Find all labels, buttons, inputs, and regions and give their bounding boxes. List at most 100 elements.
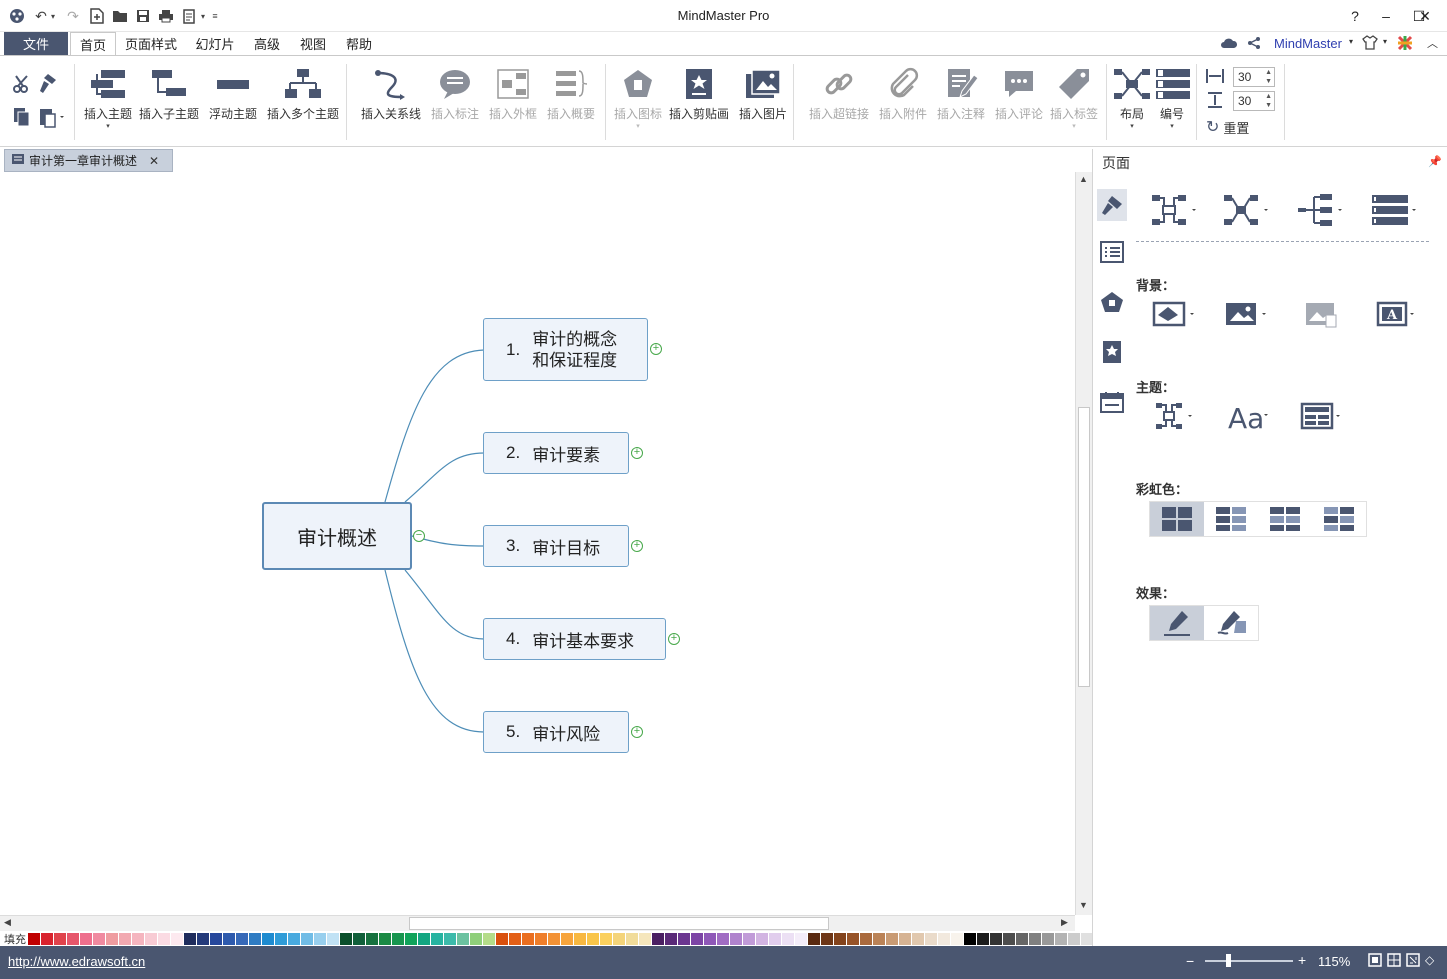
collapse-icon[interactable]: − bbox=[413, 530, 425, 542]
insert-callout-button[interactable]: 插入标注 bbox=[431, 66, 479, 122]
remove-background-option[interactable] bbox=[1295, 297, 1345, 331]
color-swatch[interactable] bbox=[444, 932, 456, 945]
share-icon[interactable] bbox=[1247, 36, 1261, 53]
rainbow-option-3[interactable] bbox=[1258, 502, 1312, 536]
topic-3[interactable]: 3. 审计目标 bbox=[483, 525, 629, 567]
watermark-option[interactable]: A bbox=[1369, 297, 1419, 331]
color-swatches[interactable] bbox=[28, 932, 1120, 945]
color-swatch[interactable] bbox=[158, 932, 170, 945]
color-swatch[interactable] bbox=[392, 932, 404, 945]
color-swatch[interactable] bbox=[223, 932, 235, 945]
expand-icon[interactable]: + bbox=[650, 343, 662, 355]
layout-list-option[interactable] bbox=[1369, 193, 1419, 227]
color-swatch[interactable] bbox=[548, 932, 560, 945]
topic-5[interactable]: 5. 审计风险 bbox=[483, 711, 629, 753]
tab-slides[interactable]: 幻灯片 bbox=[190, 32, 240, 55]
color-swatch[interactable] bbox=[119, 932, 131, 945]
color-swatch[interactable] bbox=[769, 932, 781, 945]
color-swatch[interactable] bbox=[470, 932, 482, 945]
color-swatch[interactable] bbox=[665, 932, 677, 945]
color-swatch[interactable] bbox=[522, 932, 534, 945]
color-swatch[interactable] bbox=[613, 932, 625, 945]
expand-icon[interactable]: + bbox=[631, 447, 643, 459]
color-swatch[interactable] bbox=[938, 932, 950, 945]
insert-icon-button[interactable]: 插入图标 ▾ bbox=[614, 66, 662, 130]
zoom-out-icon[interactable]: − bbox=[1186, 953, 1194, 969]
color-swatch[interactable] bbox=[366, 932, 378, 945]
color-swatch[interactable] bbox=[639, 932, 651, 945]
rainbow-option-1[interactable] bbox=[1150, 502, 1204, 536]
color-swatch[interactable] bbox=[587, 932, 599, 945]
effect-hand-drawn-option[interactable] bbox=[1204, 606, 1258, 640]
color-swatch[interactable] bbox=[1016, 932, 1028, 945]
insert-hyperlink-button[interactable]: 插入超链接 bbox=[809, 66, 869, 122]
color-swatch[interactable] bbox=[132, 932, 144, 945]
close-tab-icon[interactable]: ✕ bbox=[149, 154, 159, 168]
scroll-down-icon[interactable]: ▼ bbox=[1079, 900, 1088, 910]
effect-normal-option[interactable] bbox=[1150, 606, 1204, 640]
color-swatch[interactable] bbox=[756, 932, 768, 945]
spin-arrows-icon[interactable]: ▲ ▼ bbox=[1265, 92, 1272, 110]
color-swatch[interactable] bbox=[1055, 932, 1067, 945]
color-swatch[interactable] bbox=[977, 932, 989, 945]
cut-icon[interactable] bbox=[12, 74, 32, 97]
color-swatch[interactable] bbox=[145, 932, 157, 945]
color-swatch[interactable] bbox=[236, 932, 248, 945]
color-swatch[interactable] bbox=[483, 932, 495, 945]
color-swatch[interactable] bbox=[288, 932, 300, 945]
pin-panel-icon[interactable]: 📌 bbox=[1428, 155, 1442, 168]
color-swatch[interactable] bbox=[496, 932, 508, 945]
paste-icon[interactable] bbox=[38, 106, 66, 131]
layout-dropdown-icon[interactable]: ▾ bbox=[1130, 122, 1134, 130]
document-tab[interactable]: 审计第一章审计概述 ✕ bbox=[4, 149, 173, 172]
insert-topic-dropdown-icon[interactable]: ▾ bbox=[106, 122, 110, 130]
color-swatch[interactable] bbox=[535, 932, 547, 945]
rainbow-option-2[interactable] bbox=[1204, 502, 1258, 536]
fit-page-icon[interactable] bbox=[1368, 953, 1382, 970]
mindmap-canvas[interactable]: 审计概述 − 1. 审计的概念 和保证程度 + 2. 审计要素 + 3. 审计目… bbox=[0, 172, 1075, 915]
color-swatch[interactable] bbox=[782, 932, 794, 945]
apps-icon[interactable] bbox=[1397, 35, 1413, 54]
tab-home[interactable]: 首页 bbox=[70, 32, 116, 55]
color-swatch[interactable] bbox=[574, 932, 586, 945]
zoom-in-icon[interactable]: + bbox=[1298, 952, 1306, 968]
cloud-icon[interactable] bbox=[1220, 36, 1238, 53]
color-swatch[interactable] bbox=[1029, 932, 1041, 945]
color-swatch[interactable] bbox=[28, 932, 40, 945]
insert-subtopic-button[interactable]: 插入子主题 bbox=[139, 66, 199, 122]
color-swatch[interactable] bbox=[314, 932, 326, 945]
insert-tag-dropdown-icon[interactable]: ▾ bbox=[1072, 122, 1076, 130]
color-swatch[interactable] bbox=[834, 932, 846, 945]
skin-dropdown-icon[interactable]: ▾ bbox=[1383, 37, 1387, 46]
color-swatch[interactable] bbox=[379, 932, 391, 945]
layout-tree-option[interactable] bbox=[1295, 193, 1345, 227]
color-swatch[interactable] bbox=[457, 932, 469, 945]
color-swatch[interactable] bbox=[93, 932, 105, 945]
color-swatch[interactable] bbox=[54, 932, 66, 945]
insert-image-button[interactable]: 插入图片 bbox=[739, 66, 787, 122]
color-swatch[interactable] bbox=[873, 932, 885, 945]
expand-icon[interactable]: + bbox=[631, 540, 643, 552]
floating-topic-button[interactable]: 浮动主题 bbox=[209, 66, 257, 122]
icon-library-tab[interactable] bbox=[1099, 289, 1125, 315]
spin-arrows-icon[interactable]: ▲ ▼ bbox=[1265, 68, 1272, 86]
vertical-scrollbar[interactable]: ▲ ▼ bbox=[1075, 172, 1092, 915]
insert-boundary-button[interactable]: 插入外框 bbox=[489, 66, 537, 122]
color-swatch[interactable] bbox=[262, 932, 274, 945]
color-swatch[interactable] bbox=[210, 932, 222, 945]
insert-relationship-button[interactable]: 插入关系线 bbox=[361, 66, 421, 122]
topic-2[interactable]: 2. 审计要素 bbox=[483, 432, 629, 474]
color-swatch[interactable] bbox=[197, 932, 209, 945]
color-swatch[interactable] bbox=[717, 932, 729, 945]
color-swatch[interactable] bbox=[730, 932, 742, 945]
theme-style-option[interactable] bbox=[1149, 399, 1199, 433]
color-swatch[interactable] bbox=[626, 932, 638, 945]
tab-view[interactable]: 视图 bbox=[294, 32, 332, 55]
color-swatch[interactable] bbox=[80, 932, 92, 945]
numbering-button[interactable]: 编号 ▾ bbox=[1152, 66, 1192, 130]
color-swatch[interactable] bbox=[860, 932, 872, 945]
numbering-dropdown-icon[interactable]: ▾ bbox=[1170, 122, 1174, 130]
color-swatch[interactable] bbox=[990, 932, 1002, 945]
rainbow-option-4[interactable] bbox=[1312, 502, 1366, 536]
layout-mindmap-option[interactable] bbox=[1149, 193, 1199, 227]
